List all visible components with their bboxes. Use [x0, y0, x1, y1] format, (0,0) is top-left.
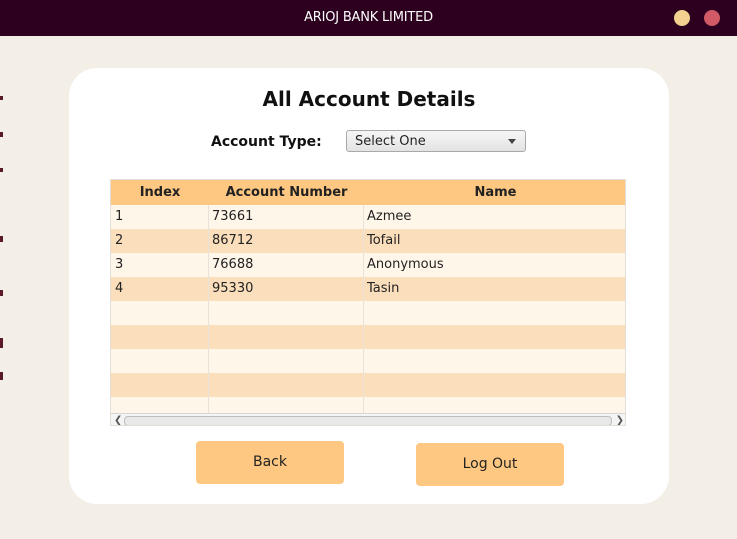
- table-row[interactable]: 4 95330 Tasin: [111, 277, 625, 301]
- table-row-empty[interactable]: [111, 349, 625, 373]
- account-type-value: Select One: [355, 134, 426, 149]
- cell-index: 3: [115, 257, 124, 272]
- background-edge: [0, 168, 3, 172]
- scroll-left-icon[interactable]: ❮: [114, 414, 122, 425]
- minimize-icon[interactable]: [674, 10, 690, 26]
- window-titlebar: ARIOJ BANK LIMITED: [0, 0, 737, 36]
- table-row-empty[interactable]: [111, 325, 625, 349]
- account-type-dropdown[interactable]: Select One: [346, 130, 526, 152]
- cell-name: Tasin: [367, 281, 400, 296]
- horizontal-scrollbar[interactable]: ❮ ❯: [111, 413, 625, 425]
- cell-index: 4: [115, 281, 124, 296]
- background-edge: [0, 372, 3, 380]
- page-title: All Account Details: [262, 87, 476, 111]
- table-row[interactable]: 3 76688 Anonymous: [111, 253, 625, 277]
- account-type-label: Account Type:: [211, 134, 322, 150]
- cell-account-number: 76688: [212, 257, 254, 272]
- column-header-index[interactable]: Index: [111, 180, 209, 205]
- cell-account-number: 73661: [212, 209, 254, 224]
- scroll-right-icon[interactable]: ❯: [616, 414, 624, 425]
- table-row[interactable]: 2 86712 Tofail: [111, 229, 625, 253]
- cell-name: Anonymous: [367, 257, 444, 272]
- column-header-name[interactable]: Name: [364, 180, 625, 205]
- back-button[interactable]: Back: [196, 441, 344, 484]
- close-icon[interactable]: [704, 10, 720, 26]
- logout-button[interactable]: Log Out: [416, 443, 564, 486]
- cell-name: Azmee: [367, 209, 412, 224]
- cell-index: 1: [115, 209, 124, 224]
- cell-account-number: 95330: [212, 281, 254, 296]
- background-edge: [0, 96, 3, 100]
- cell-index: 2: [115, 233, 124, 248]
- table-row-empty[interactable]: [111, 397, 625, 413]
- chevron-down-icon: [508, 139, 516, 144]
- column-divider: [208, 205, 209, 415]
- background-edge: [0, 132, 3, 137]
- table-row[interactable]: 1 73661 Azmee: [111, 205, 625, 229]
- cell-account-number: 86712: [212, 233, 254, 248]
- column-header-account-number[interactable]: Account Number: [209, 180, 364, 205]
- background-edge: [0, 338, 3, 348]
- scrollbar-thumb[interactable]: [124, 416, 612, 425]
- table-row-empty[interactable]: [111, 301, 625, 325]
- background-edge: [0, 290, 3, 296]
- account-details-panel: All Account Details Account Type: Select…: [69, 68, 669, 504]
- column-divider: [363, 205, 364, 415]
- window-title: ARIOJ BANK LIMITED: [304, 10, 433, 25]
- background-edge: [0, 236, 3, 242]
- table-header: Index Account Number Name: [111, 180, 625, 205]
- table-row-empty[interactable]: [111, 373, 625, 397]
- cell-name: Tofail: [367, 233, 401, 248]
- accounts-table[interactable]: Index Account Number Name 1 73661 Azmee …: [110, 179, 626, 426]
